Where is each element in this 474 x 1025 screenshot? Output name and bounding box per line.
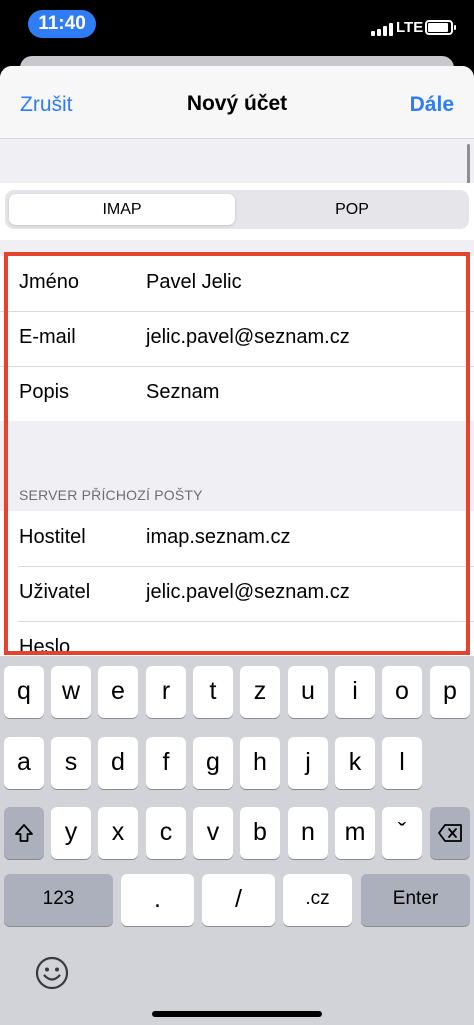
name-row[interactable]: Jméno Pavel Jelic <box>0 256 474 311</box>
key-d[interactable]: d <box>98 737 138 789</box>
key-x[interactable]: x <box>98 807 138 859</box>
account-type-segmented-control: IMAP POP <box>5 190 469 229</box>
host-row[interactable]: Hostitel imap.seznam.cz <box>0 511 474 566</box>
next-button[interactable]: Dále <box>410 93 454 117</box>
key-j[interactable]: j <box>288 737 328 789</box>
username-row[interactable]: Uživatel jelic.pavel@seznam.cz <box>0 566 474 621</box>
status-bar: 11:40 LTE <box>0 0 474 50</box>
emoji-icon <box>35 956 69 990</box>
backspace-key[interactable] <box>430 807 470 859</box>
incoming-server-group: Hostitel imap.seznam.cz Uživatel jelic.p… <box>0 511 474 656</box>
segment-pop[interactable]: POP <box>239 194 465 225</box>
home-indicator[interactable] <box>152 1011 322 1017</box>
description-field[interactable]: Seznam <box>146 381 219 404</box>
key-t[interactable]: t <box>193 666 233 718</box>
key-g[interactable]: g <box>193 737 233 789</box>
slash-key[interactable]: / <box>202 874 275 926</box>
battery-icon <box>425 20 456 35</box>
key-i[interactable]: i <box>335 666 375 718</box>
shift-key[interactable] <box>4 807 44 859</box>
backspace-icon <box>438 824 462 842</box>
numbers-key[interactable]: 123 <box>4 874 113 926</box>
description-row[interactable]: Popis Seznam <box>0 366 474 421</box>
email-field[interactable]: jelic.pavel@seznam.cz <box>146 326 350 349</box>
navigation-bar: Zrušit Nový účet Dále <box>0 66 474 139</box>
key-a[interactable]: a <box>4 737 44 789</box>
key-p[interactable]: p <box>430 666 470 718</box>
domain-key[interactable]: .cz <box>283 874 352 926</box>
key-caron[interactable]: ˇ <box>382 807 422 859</box>
host-label: Hostitel <box>19 526 86 548</box>
key-l[interactable]: l <box>382 737 422 789</box>
key-k[interactable]: k <box>335 737 375 789</box>
key-n[interactable]: n <box>288 807 328 859</box>
key-c[interactable]: c <box>146 807 186 859</box>
key-e[interactable]: e <box>98 666 138 718</box>
page-title: Nový účet <box>186 92 288 115</box>
email-row[interactable]: E-mail jelic.pavel@seznam.cz <box>0 311 474 366</box>
host-field[interactable]: imap.seznam.cz <box>146 526 291 549</box>
key-b[interactable]: b <box>240 807 280 859</box>
key-r[interactable]: r <box>146 666 186 718</box>
key-m[interactable]: m <box>335 807 375 859</box>
emoji-button[interactable] <box>34 955 70 991</box>
shift-icon <box>15 824 33 842</box>
email-label: E-mail <box>19 326 76 348</box>
incoming-server-header: SERVER PŘÍCHOZÍ POŠTY <box>19 487 203 503</box>
key-h[interactable]: h <box>240 737 280 789</box>
key-z[interactable]: z <box>240 666 280 718</box>
period-key[interactable]: . <box>121 874 194 926</box>
enter-key[interactable]: Enter <box>361 874 470 926</box>
keyboard: q w e r t z u i o p a s d f g h j k l y … <box>0 656 474 1025</box>
key-s[interactable]: s <box>51 737 91 789</box>
account-info-group: Jméno Pavel Jelic E-mail jelic.pavel@sez… <box>0 256 474 421</box>
network-type: LTE <box>396 19 424 36</box>
key-y[interactable]: y <box>51 807 91 859</box>
name-field[interactable]: Pavel Jelic <box>146 271 242 294</box>
name-label: Jméno <box>19 271 80 293</box>
status-time[interactable]: 11:40 <box>28 10 96 38</box>
key-q[interactable]: q <box>4 666 44 718</box>
segment-imap[interactable]: IMAP <box>9 194 235 225</box>
key-o[interactable]: o <box>382 666 422 718</box>
key-w[interactable]: w <box>51 666 91 718</box>
key-u[interactable]: u <box>288 666 328 718</box>
key-v[interactable]: v <box>193 807 233 859</box>
username-field[interactable]: jelic.pavel@seznam.cz <box>146 581 350 604</box>
username-label: Uživatel <box>19 581 91 603</box>
key-f[interactable]: f <box>146 737 186 789</box>
password-row[interactable]: Heslo <box>0 621 474 656</box>
signal-icon <box>371 23 393 36</box>
description-label: Popis <box>19 381 70 403</box>
password-label: Heslo <box>19 636 71 656</box>
